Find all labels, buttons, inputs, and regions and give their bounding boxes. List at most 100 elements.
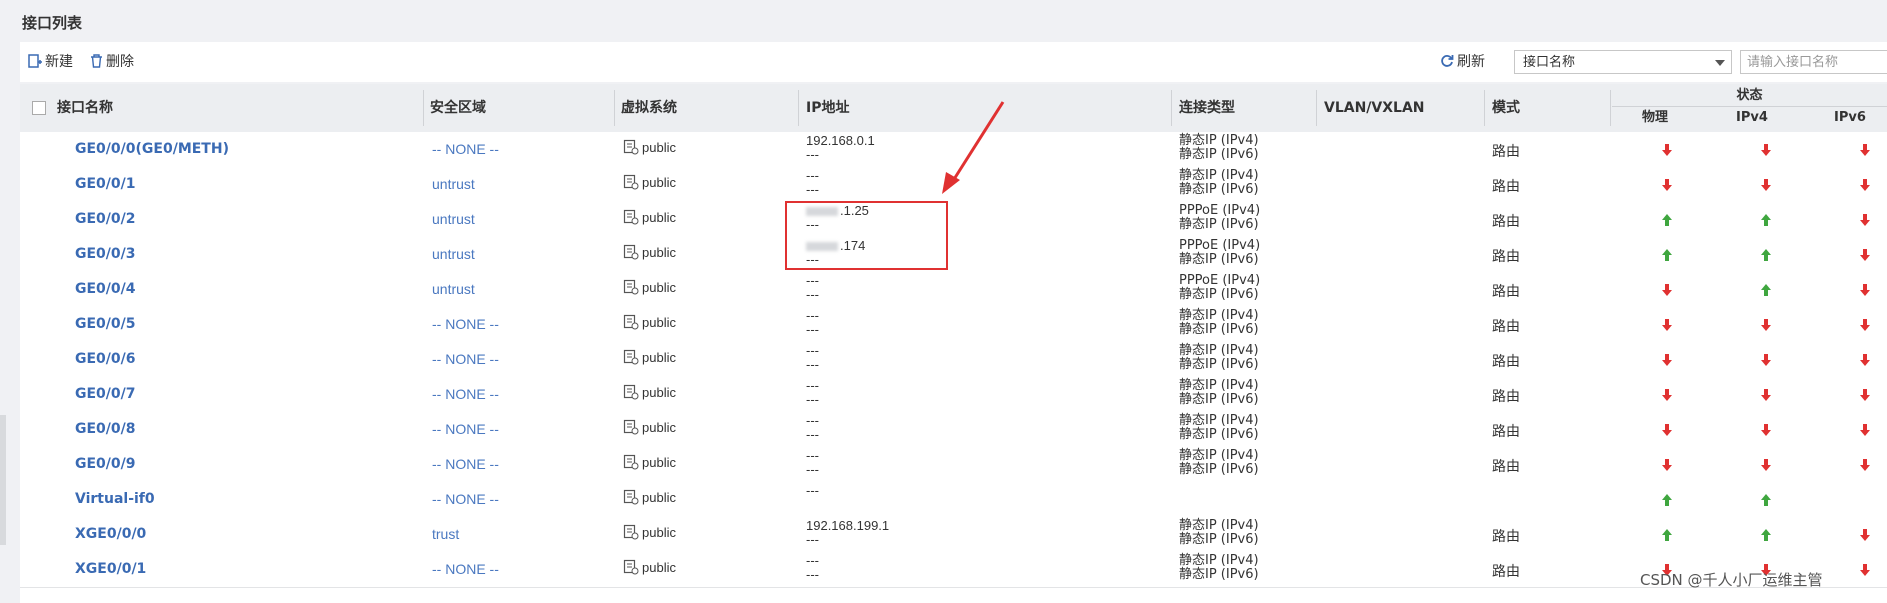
arrow-up-icon <box>1662 214 1672 226</box>
select-all-checkbox[interactable] <box>32 101 46 115</box>
table-row[interactable]: GE0/0/5 -- NONE -- public --- --- 静态IP (IPv4)… <box>20 307 1887 343</box>
mode: 路由 <box>1492 319 1520 335</box>
vsys-icon <box>623 524 639 540</box>
conn-type-ipv4: 静态IP (IPv4) <box>1179 378 1259 393</box>
col-zone[interactable]: 安全区域 <box>430 84 486 132</box>
refresh-button[interactable]: 刷新 <box>1440 51 1485 71</box>
arrow-down-icon <box>1860 249 1870 261</box>
security-zone: -- NONE -- <box>432 351 499 367</box>
trash-icon <box>91 54 102 68</box>
interface-name-link[interactable]: GE0/0/7 <box>75 386 136 402</box>
conn-type-ipv4: 静态IP (IPv4) <box>1179 413 1259 428</box>
vsys-icon <box>623 139 639 155</box>
vsys-label: public <box>642 384 676 400</box>
col-divider <box>614 90 615 126</box>
ip-address: --- --- <box>806 272 819 302</box>
table-row[interactable]: GE0/0/8 -- NONE -- public --- --- 静态IP (IPv4)… <box>20 412 1887 448</box>
conn-type-ipv6: 静态IP (IPv6) <box>1179 322 1259 337</box>
panel-title: 接口列表 <box>22 14 83 32</box>
interface-name-link[interactable]: Virtual-if0 <box>75 491 155 507</box>
annotation-arrow-icon <box>942 101 1005 194</box>
virtual-system: public <box>623 454 676 470</box>
interface-name-link[interactable]: GE0/0/8 <box>75 421 136 437</box>
collapse-handle[interactable] <box>0 415 6 545</box>
interface-name-link[interactable]: XGE0/0/0 <box>75 526 146 542</box>
table-row[interactable]: Virtual-if0 -- NONE -- public --- <box>20 482 1887 518</box>
col-conn-type[interactable]: 连接类型 <box>1179 84 1235 132</box>
ipv6-address: --- <box>806 322 819 337</box>
arrow-up-icon <box>1761 529 1771 541</box>
vsys-icon <box>623 244 639 260</box>
ip-address: --- --- <box>806 342 819 372</box>
table-row[interactable]: GE0/0/7 -- NONE -- public --- --- 静态IP (IPv4)… <box>20 377 1887 413</box>
security-zone: trust <box>432 526 460 542</box>
conn-type-ipv6: 静态IP (IPv6) <box>1179 182 1259 197</box>
col-divider <box>1484 90 1485 126</box>
arrow-down-icon <box>1860 564 1870 576</box>
virtual-system: public <box>623 489 676 505</box>
arrow-up-icon <box>1662 249 1672 261</box>
interface-name-link[interactable]: XGE0/0/1 <box>75 561 146 577</box>
interface-name-link[interactable]: GE0/0/4 <box>75 281 136 297</box>
virtual-system: public <box>623 314 676 330</box>
arrow-down-icon <box>1662 179 1672 191</box>
delete-label: 删除 <box>106 54 134 70</box>
arrow-down-icon <box>1761 424 1771 436</box>
col-name[interactable]: 接口名称 <box>57 84 113 132</box>
table-row[interactable]: GE0/0/9 -- NONE -- public --- --- 静态IP (IPv4)… <box>20 447 1887 483</box>
vsys-icon <box>623 209 639 225</box>
interface-name-link[interactable]: GE0/0/1 <box>75 176 136 192</box>
col-status-ipv6: IPv6 <box>1834 110 1866 125</box>
ipv6-address: --- <box>806 147 819 162</box>
vsys-icon <box>623 279 639 295</box>
search-input[interactable] <box>1740 50 1887 74</box>
vsys-label: public <box>642 559 676 575</box>
ipv6-address: --- <box>806 427 819 442</box>
interface-name-link[interactable]: GE0/0/6 <box>75 351 136 367</box>
arrow-up-icon <box>1761 249 1771 261</box>
arrow-down-icon <box>1662 389 1672 401</box>
interface-name-link[interactable]: GE0/0/3 <box>75 246 136 262</box>
delete-button[interactable]: 删除 <box>90 51 134 71</box>
arrow-down-icon <box>1860 459 1870 471</box>
interface-name-link[interactable]: GE0/0/9 <box>75 456 136 472</box>
ip-address: --- --- <box>806 377 819 407</box>
interface-name-link[interactable]: GE0/0/0(GE0/METH) <box>75 141 229 157</box>
vsys-label: public <box>642 419 676 435</box>
mode: 路由 <box>1492 424 1520 440</box>
table-row[interactable]: XGE0/0/1 -- NONE -- public --- --- 静态IP (IPv4… <box>20 552 1887 588</box>
table-row[interactable]: GE0/0/4 untrust public --- --- PPPoE (IPv4) 静态… <box>20 272 1887 308</box>
arrow-down-icon <box>1860 354 1870 366</box>
table-row[interactable]: GE0/0/2 untrust public .1.25 --- PPPoE (IPv4)… <box>20 202 1887 238</box>
table-row[interactable]: GE0/0/3 untrust public .174 --- PPPoE (IPv4) 静… <box>20 237 1887 273</box>
col-vlan[interactable]: VLAN/VXLAN <box>1324 84 1425 132</box>
virtual-system: public <box>623 279 676 295</box>
filter-select[interactable]: 接口名称 <box>1514 50 1732 74</box>
connection-type: PPPoE (IPv4) 静态IP (IPv6) <box>1179 202 1260 232</box>
chevron-down-icon <box>1715 60 1725 66</box>
col-vsys[interactable]: 虚拟系统 <box>621 84 677 132</box>
table-row[interactable]: GE0/0/6 -- NONE -- public --- --- 静态IP (IPv4)… <box>20 342 1887 378</box>
arrow-down-icon <box>1860 214 1870 226</box>
arrow-down-icon <box>1662 144 1672 156</box>
vsys-icon <box>623 384 639 400</box>
arrow-down-icon <box>1761 319 1771 331</box>
ipv6-address: --- <box>806 532 819 547</box>
virtual-system: public <box>623 209 676 225</box>
security-zone: -- NONE -- <box>432 421 499 437</box>
vsys-icon <box>623 559 639 575</box>
conn-type-ipv6: 静态IP (IPv6) <box>1179 462 1259 477</box>
col-ip[interactable]: IP地址 <box>806 84 849 132</box>
interface-name-link[interactable]: GE0/0/5 <box>75 316 136 332</box>
col-status-ipv4: IPv4 <box>1736 110 1768 125</box>
col-mode[interactable]: 模式 <box>1492 84 1520 132</box>
conn-type-ipv6: 静态IP (IPv6) <box>1179 147 1259 162</box>
new-button[interactable]: 新建 <box>28 51 73 71</box>
table-row[interactable]: XGE0/0/0 trust public 192.168.199.1 --- 静态IP … <box>20 517 1887 553</box>
ipv6-address: --- <box>806 462 819 477</box>
connection-type: 静态IP (IPv4) 静态IP (IPv6) <box>1179 342 1259 372</box>
arrow-down-icon <box>1860 179 1870 191</box>
interface-name-link[interactable]: GE0/0/2 <box>75 211 136 227</box>
ip-address: --- --- <box>806 552 819 582</box>
arrow-down-icon <box>1662 319 1672 331</box>
